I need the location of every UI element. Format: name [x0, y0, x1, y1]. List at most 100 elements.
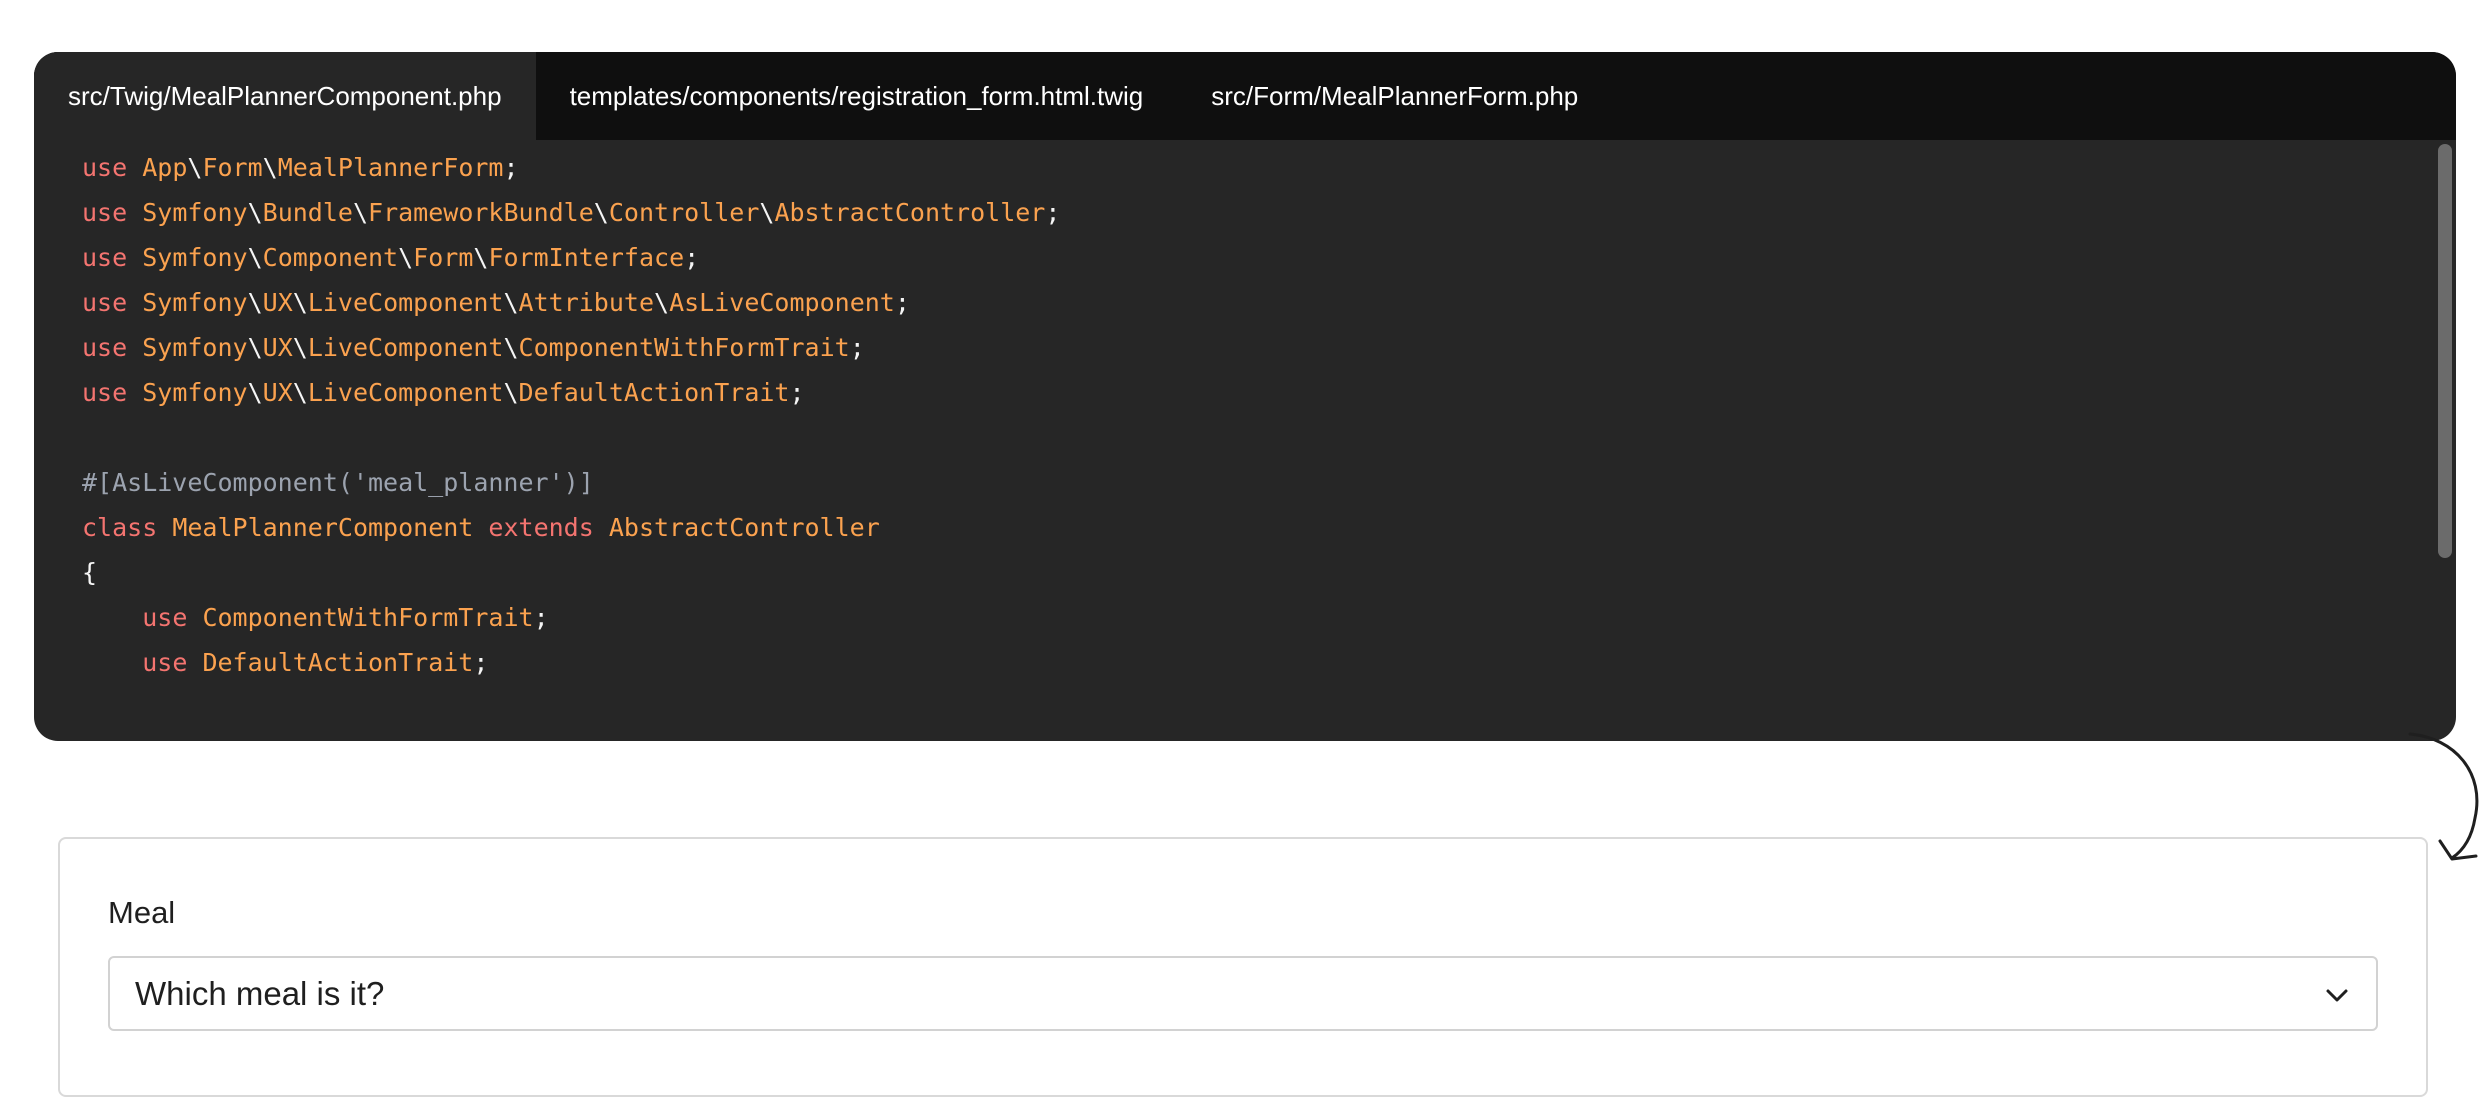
code-token: ; [473, 648, 489, 677]
code-token: \ [247, 288, 263, 317]
code-token: \ [759, 198, 775, 227]
code-token: FrameworkBundle [368, 198, 594, 227]
code-token: use [142, 648, 188, 677]
code-token: Symfony [142, 198, 248, 227]
code-token: ; [894, 288, 910, 317]
code-token: Symfony [142, 288, 248, 317]
chevron-down-icon [2326, 989, 2348, 1002]
code-token: \ [503, 333, 519, 362]
code-token: \ [473, 243, 489, 272]
code-token: \ [503, 288, 519, 317]
code-token: ComponentWithFormTrait [202, 603, 534, 632]
code-token: LiveComponent [307, 288, 504, 317]
meal-select-value: Which meal is it? [135, 974, 385, 1012]
code-token: \ [247, 378, 263, 407]
code-token: MealPlannerForm [277, 153, 504, 182]
code-token: App [142, 153, 188, 182]
code-token: use [82, 198, 128, 227]
code-token: \ [247, 198, 263, 227]
meal-planner-form: Meal Which meal is it? [58, 837, 2428, 1097]
code-line: use Symfony\UX\LiveComponent\ComponentWi… [82, 325, 1060, 370]
code-token: \ [247, 243, 263, 272]
code-token: Bundle [262, 198, 353, 227]
code-token: use [82, 378, 128, 407]
code-token: \ [654, 288, 670, 317]
code-scrollbar[interactable] [2438, 144, 2452, 558]
code-line: use DefaultActionTrait; [82, 640, 1060, 685]
code-area[interactable]: use App\Form\MealPlannerForm; use Symfony… [34, 140, 2456, 741]
code-line: #[AsLiveComponent('meal_planner')] [82, 460, 1060, 505]
code-line: use App\Form\MealPlannerForm; [82, 145, 1060, 190]
code-token: class [82, 513, 158, 542]
file-tabbar: src/Twig/MealPlannerComponent.php templa… [34, 52, 2456, 140]
code-line: { [82, 550, 1060, 595]
code-token: use [82, 333, 128, 362]
code-viewer: src/Twig/MealPlannerComponent.php templa… [34, 52, 2456, 741]
code-token: AbstractController [774, 198, 1046, 227]
code-token: ; [1045, 198, 1061, 227]
code-token: DefaultActionTrait [518, 378, 790, 407]
code-token: \ [262, 153, 278, 182]
code-token: ; [503, 153, 519, 182]
code-token: Symfony [142, 378, 248, 407]
meal-select[interactable]: Which meal is it? [108, 956, 2378, 1031]
meal-label: Meal [108, 895, 176, 930]
tab-registration-form-template[interactable]: templates/components/registration_form.h… [536, 52, 1178, 140]
code-token: ; [849, 333, 865, 362]
code-token: \ [593, 198, 609, 227]
tab-meal-planner-form[interactable]: src/Form/MealPlannerForm.php [1177, 52, 1612, 140]
code-block: use App\Form\MealPlannerForm; use Symfony… [82, 145, 1060, 685]
code-token: { [82, 558, 98, 587]
code-token: ; [684, 243, 700, 272]
code-token: use [82, 288, 128, 317]
code-token: ComponentWithFormTrait [518, 333, 850, 362]
code-token: MealPlannerComponent [172, 513, 474, 542]
code-token: extends [488, 513, 594, 542]
code-token: #[AsLiveComponent('meal_planner')] [82, 468, 594, 497]
code-line: class MealPlannerComponent extends Abstr… [82, 505, 1060, 550]
code-token: FormInterface [488, 243, 685, 272]
code-token: Attribute [518, 288, 655, 317]
code-token: Form [202, 153, 263, 182]
code-token: ; [789, 378, 805, 407]
code-token: UX [262, 333, 293, 362]
code-token: AsLiveComponent [669, 288, 895, 317]
code-token: AbstractController [608, 513, 880, 542]
code-token: ; [533, 603, 549, 632]
code-line: use Symfony\UX\LiveComponent\Attribute\A… [82, 280, 1060, 325]
code-token: \ [187, 153, 203, 182]
code-token: Symfony [142, 333, 248, 362]
code-token: Component [262, 243, 399, 272]
tab-meal-planner-component[interactable]: src/Twig/MealPlannerComponent.php [34, 52, 536, 140]
code-token: Controller [608, 198, 760, 227]
code-token: use [82, 153, 128, 182]
code-token: Form [413, 243, 474, 272]
code-line: use ComponentWithFormTrait; [82, 595, 1060, 640]
code-line: use Symfony\Component\Form\FormInterface… [82, 235, 1060, 280]
code-token: \ [292, 378, 308, 407]
code-token: use [142, 603, 188, 632]
code-token: \ [292, 333, 308, 362]
code-token: UX [262, 288, 293, 317]
code-token: Symfony [142, 243, 248, 272]
code-token: \ [503, 378, 519, 407]
code-token: \ [247, 333, 263, 362]
code-token: UX [262, 378, 293, 407]
code-token: use [82, 243, 128, 272]
code-line: use Symfony\Bundle\FrameworkBundle\Contr… [82, 190, 1060, 235]
code-token: LiveComponent [307, 333, 504, 362]
code-token: DefaultActionTrait [202, 648, 474, 677]
